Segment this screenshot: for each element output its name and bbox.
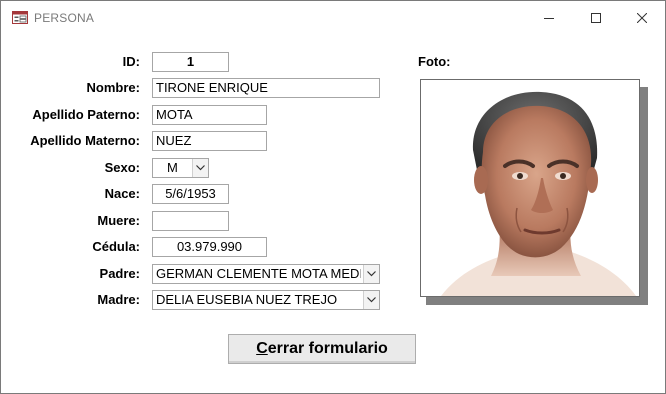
maximize-icon <box>591 13 601 23</box>
sexo-label: Sexo: <box>104 160 140 175</box>
nombre-label: Nombre: <box>86 80 140 95</box>
close-button-mnemonic: C <box>256 340 268 357</box>
title-bar[interactable]: PERSONA <box>1 1 665 35</box>
madre-value: DELIA EUSEBIA NUEZ TREJO <box>156 292 338 307</box>
close-icon <box>637 13 647 23</box>
sexo-dropdown-button[interactable] <box>192 159 208 177</box>
close-window-button[interactable] <box>619 1 665 35</box>
portrait-image <box>421 80 639 296</box>
madre-combobox[interactable]: DELIA EUSEBIA NUEZ TREJO <box>152 290 380 310</box>
apellido-materno-field[interactable]: NUEZ <box>152 131 267 151</box>
id-label: ID: <box>122 54 140 69</box>
madre-dropdown-button[interactable] <box>363 291 379 309</box>
window-title: PERSONA <box>34 11 95 25</box>
nace-label: Nace: <box>104 186 140 201</box>
muere-label: Muere: <box>97 213 140 228</box>
minimize-icon <box>544 18 554 19</box>
nombre-field[interactable]: TIRONE ENRIQUE <box>152 78 380 98</box>
apellido-paterno-label: Apellido Paterno: <box>32 107 140 122</box>
form-icon <box>12 11 28 24</box>
person-photo <box>420 79 640 297</box>
foto-label: Foto: <box>418 54 451 69</box>
close-button-label: errar formulario <box>267 340 388 357</box>
muere-field[interactable] <box>152 211 229 231</box>
padre-dropdown-button[interactable] <box>363 265 379 283</box>
nace-field[interactable]: 5/6/1953 <box>152 184 229 204</box>
chevron-down-icon <box>196 165 205 171</box>
madre-label: Madre: <box>97 292 140 307</box>
padre-label: Padre: <box>99 266 140 281</box>
padre-combobox[interactable]: GERMAN CLEMENTE MOTA MEDIN <box>152 264 380 284</box>
apellido-paterno-field[interactable]: MOTA <box>152 105 267 125</box>
cedula-field[interactable]: 03.979.990 <box>152 237 267 257</box>
padre-value: GERMAN CLEMENTE MOTA MEDIN <box>156 266 361 281</box>
id-field[interactable]: 1 <box>152 52 229 72</box>
chevron-down-icon <box>367 271 376 277</box>
sexo-combobox[interactable]: M <box>152 158 209 178</box>
chevron-down-icon <box>367 297 376 303</box>
cedula-label: Cédula: <box>92 239 140 254</box>
maximize-button[interactable] <box>573 1 619 35</box>
minimize-button[interactable] <box>526 1 572 35</box>
apellido-materno-label: Apellido Materno: <box>30 133 140 148</box>
cerrar-formulario-button[interactable]: Cerrar formulario <box>228 334 416 364</box>
